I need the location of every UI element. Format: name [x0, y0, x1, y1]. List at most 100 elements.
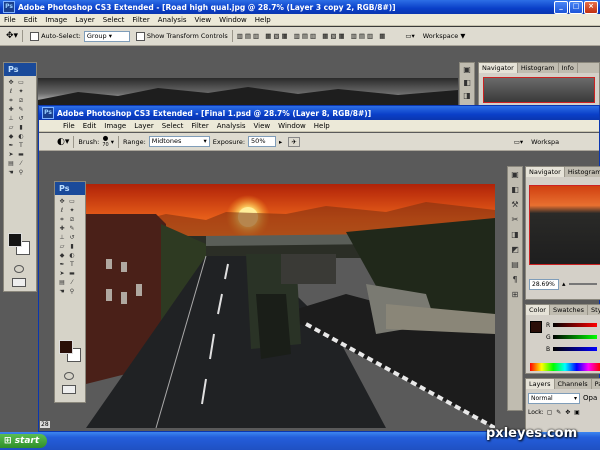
stamp-tool[interactable]: ⊥ — [7, 115, 15, 122]
front-lasso-tool[interactable]: ℓ — [58, 207, 66, 214]
tab-styles[interactable]: Sty — [588, 305, 600, 315]
menu-select[interactable]: Select — [99, 16, 129, 24]
front-zoom-tool[interactable]: ⚲ — [68, 288, 76, 295]
front-menu-window[interactable]: Window — [274, 122, 310, 130]
crop-tool[interactable]: ⌗ — [7, 97, 15, 104]
front-menu-help[interactable]: Help — [310, 122, 334, 130]
screen-mode-icon[interactable] — [12, 278, 26, 287]
front-pen-tool[interactable]: ✒ — [58, 261, 66, 268]
type-tool[interactable]: T — [17, 142, 25, 149]
color-panel-fg-swatch[interactable] — [530, 321, 542, 333]
menu-help[interactable]: Help — [251, 16, 275, 24]
front-tab-navigator[interactable]: Navigator — [526, 167, 565, 177]
pen-tool[interactable]: ✒ — [7, 142, 15, 149]
blend-mode-dropdown[interactable]: Normal ▾ — [528, 392, 580, 404]
zoom-out-icon[interactable]: ▴ — [562, 280, 566, 288]
menu-image[interactable]: Image — [41, 16, 71, 24]
front-menu-filter[interactable]: Filter — [187, 122, 212, 130]
tab-layers[interactable]: Layers — [526, 379, 555, 389]
move-tool[interactable]: ✥ — [7, 79, 15, 86]
auto-select-dropdown[interactable]: Group ▾ — [83, 30, 130, 42]
front-blur-tool[interactable]: ◆ — [58, 252, 66, 259]
front-shape-tool[interactable]: ▬ — [68, 270, 76, 277]
front-move-tool[interactable]: ✥ — [58, 198, 66, 205]
menu-view[interactable]: View — [191, 16, 216, 24]
tab-channels[interactable]: Channels — [555, 379, 592, 389]
move-tool-icon[interactable]: ✥▾ — [6, 31, 18, 41]
gradient-tool[interactable]: ▮ — [17, 124, 25, 131]
front-window-titlebar[interactable]: Ps Adobe Photoshop CS3 Extended - [Final… — [39, 106, 599, 120]
tab-paths[interactable]: Pat — [592, 379, 600, 389]
lasso-tool[interactable]: ℓ — [7, 88, 15, 95]
front-gradient-tool[interactable]: ▮ — [68, 243, 76, 250]
back-window-titlebar[interactable]: Ps Adobe Photoshop CS3 Extended - [Road … — [0, 0, 600, 14]
start-button[interactable]: ⊞ start — [0, 434, 48, 448]
front-foreground-swatch[interactable] — [59, 340, 73, 354]
brush-preset-picker[interactable]: ● 70 — [102, 135, 108, 148]
workspace-menu[interactable]: Workspace ▼ — [423, 32, 466, 40]
menu-edit[interactable]: Edit — [20, 16, 42, 24]
wand-tool[interactable]: ✦ — [17, 88, 25, 95]
menu-window[interactable]: Window — [215, 16, 251, 24]
brush-tool[interactable]: ✎ — [17, 106, 25, 113]
tab-info[interactable]: Info — [559, 63, 578, 73]
front-brush-tool[interactable]: ✎ — [68, 225, 76, 232]
auto-select-checkbox[interactable] — [30, 31, 40, 41]
menu-filter[interactable]: Filter — [128, 16, 153, 24]
minimize-button[interactable]: _ — [554, 1, 568, 14]
navigator-zoom-slider[interactable] — [568, 283, 597, 285]
workspace-icon-front[interactable]: ▭▾ — [514, 138, 523, 146]
menu-analysis[interactable]: Analysis — [154, 16, 191, 24]
eyedropper-tool[interactable]: ⁄ — [17, 160, 25, 167]
show-transform-checkbox[interactable] — [135, 31, 145, 41]
front-marquee-tool[interactable]: ▭ — [68, 198, 76, 205]
front-menu-edit[interactable]: Edit — [79, 122, 101, 130]
exposure-input[interactable]: 50% — [248, 136, 277, 147]
workspace-menu-front[interactable]: Workspa — [531, 138, 559, 146]
blur-tool[interactable]: ◆ — [7, 133, 15, 140]
workspace-icon[interactable]: ▭▾ — [405, 32, 414, 40]
front-screen-mode-icon[interactable] — [62, 385, 76, 394]
color-spectrum-bar[interactable] — [530, 363, 600, 371]
tab-histogram[interactable]: Histogram — [518, 63, 559, 73]
front-hand-tool[interactable]: ☚ — [58, 288, 66, 295]
dodge-tool[interactable]: ◐ — [17, 133, 25, 140]
slice-tool[interactable]: ⧄ — [17, 97, 25, 104]
front-menu-image[interactable]: Image — [100, 122, 130, 130]
tab-color[interactable]: Color — [526, 305, 550, 315]
heal-tool[interactable]: ✚ — [7, 106, 15, 113]
eraser-tool[interactable]: ▱ — [7, 124, 15, 131]
dodge-tool-icon[interactable]: ◐▾ — [57, 137, 69, 147]
green-slider[interactable] — [553, 335, 597, 339]
quick-mask-icon[interactable] — [14, 265, 24, 273]
red-slider[interactable] — [553, 323, 597, 327]
front-menu-select[interactable]: Select — [158, 122, 188, 130]
front-tab-histogram[interactable]: Histogram — [565, 167, 600, 177]
close-button[interactable]: × — [584, 1, 598, 14]
zoom-tool[interactable]: ⚲ — [17, 169, 25, 176]
document-canvas[interactable] — [86, 184, 495, 428]
range-dropdown[interactable]: Midtones ▾ — [148, 136, 210, 147]
front-heal-tool[interactable]: ✚ — [58, 225, 66, 232]
front-menu-view[interactable]: View — [250, 122, 275, 130]
menu-file[interactable]: File — [0, 16, 20, 24]
front-menu-file[interactable]: File — [39, 122, 79, 130]
front-menu-layer[interactable]: Layer — [130, 122, 158, 130]
foreground-color-swatch[interactable] — [8, 233, 22, 247]
navigator-zoom-field[interactable]: 28.69% — [529, 278, 559, 290]
front-eraser-tool[interactable]: ▱ — [58, 243, 66, 250]
front-wand-tool[interactable]: ✦ — [68, 207, 76, 214]
front-dodge-tool[interactable]: ◐ — [68, 252, 76, 259]
front-notes-tool[interactable]: ▤ — [58, 279, 66, 286]
shape-tool[interactable]: ▬ — [17, 151, 25, 158]
front-stamp-tool[interactable]: ⊥ — [58, 234, 66, 241]
exposure-slider-arrow[interactable]: ▸ — [279, 138, 282, 146]
blue-slider[interactable] — [553, 347, 597, 351]
maximize-button[interactable]: □ — [569, 1, 583, 14]
hand-tool[interactable]: ☚ — [7, 169, 15, 176]
tab-swatches[interactable]: Swatches — [550, 305, 589, 315]
notes-tool[interactable]: ▤ — [7, 160, 15, 167]
front-history-brush-tool[interactable]: ↺ — [68, 234, 76, 241]
marquee-tool[interactable]: ▭ — [17, 79, 25, 86]
path-select-tool[interactable]: ➤ — [7, 151, 15, 158]
